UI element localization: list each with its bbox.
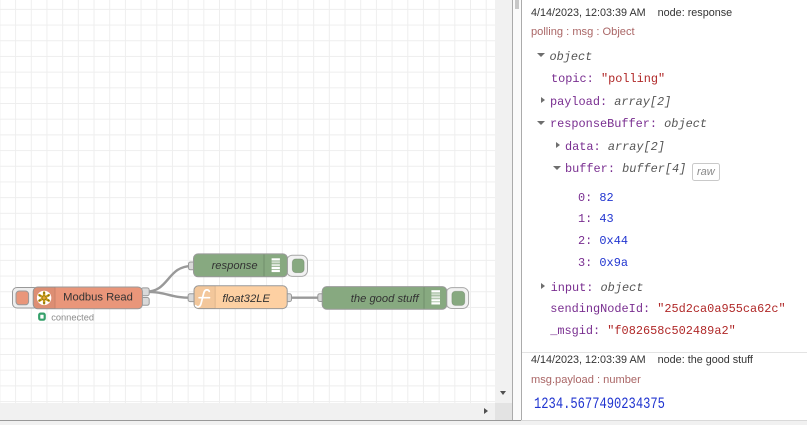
- svg-text:float32LE: float32LE: [222, 293, 270, 305]
- svg-text:response: response: [212, 260, 258, 272]
- svg-text:connected: connected: [51, 312, 94, 322]
- svg-text:the good stuff: the good stuff: [351, 293, 421, 305]
- svg-text:Modbus Read: Modbus Read: [63, 292, 133, 304]
